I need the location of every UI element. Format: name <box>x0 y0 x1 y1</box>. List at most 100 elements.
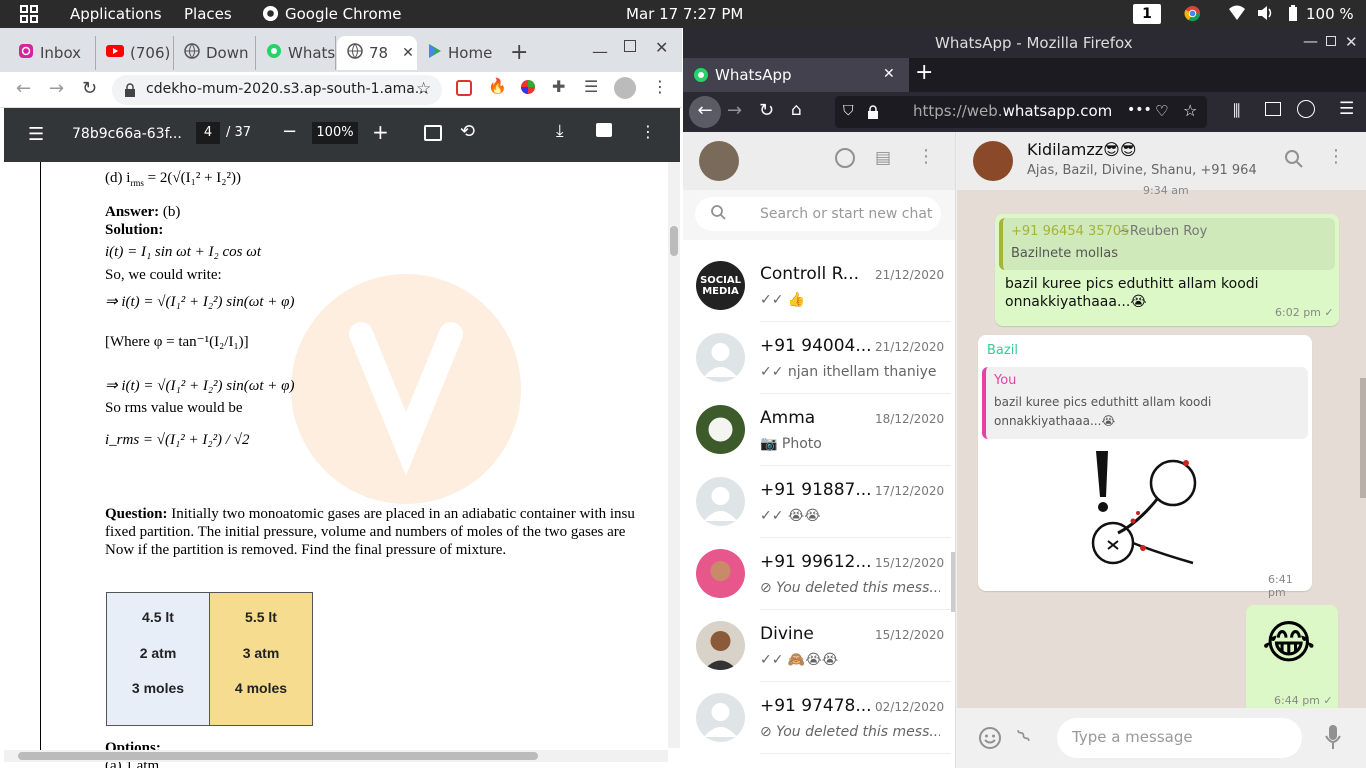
group-avatar[interactable] <box>973 141 1013 181</box>
ff-tab-close-icon[interactable]: ✕ <box>883 66 895 82</box>
hscrollbar-thumb[interactable] <box>18 752 538 760</box>
tab-home[interactable]: Home <box>418 36 498 70</box>
pdf-horizontal-scrollbar[interactable] <box>4 750 668 762</box>
pdf-more-menu-icon[interactable]: ⋮ <box>640 122 656 141</box>
zoom-out-button[interactable]: − <box>282 121 297 142</box>
chat-list-item[interactable]: +91 91887... 17/12/2020 ✓✓ 😭😭 <box>683 466 951 538</box>
pdf-vertical-scrollbar[interactable] <box>668 162 680 748</box>
workspace-indicator[interactable]: 1 <box>1133 4 1161 24</box>
ff-url-text[interactable]: https://web.whatsapp.com <box>913 102 1112 120</box>
pdf-sidebar-menu-icon[interactable]: ☰ <box>28 124 44 145</box>
status-icon[interactable] <box>835 148 855 168</box>
new-tab-button[interactable]: + <box>510 40 528 65</box>
download-icon[interactable]: ⤓ <box>556 121 564 141</box>
omnibox[interactable]: cdekho-mum-2020.s3.ap-south-1.ama... ☆ <box>112 75 442 105</box>
extension-color-icon[interactable] <box>520 79 536 99</box>
my-avatar[interactable] <box>699 141 739 181</box>
extension-fire-icon[interactable]: 🔥 <box>488 77 507 95</box>
sticker-image[interactable] <box>1078 443 1218 571</box>
chat-list-item[interactable]: +91 94004... 21/12/2020 ✓✓ njan ithellam… <box>683 322 951 394</box>
ff-new-tab-button[interactable]: + <box>915 60 933 85</box>
ff-maximize-button[interactable] <box>1326 36 1336 46</box>
quoted-message[interactable]: +91 96454 35705 ~Reuben Roy Bazilnete mo… <box>999 218 1335 270</box>
message-outgoing[interactable]: +91 96454 35705 ~Reuben Roy Bazilnete mo… <box>995 214 1339 326</box>
account-icon[interactable] <box>1297 100 1315 118</box>
print-icon[interactable] <box>596 123 612 137</box>
back-button[interactable]: ← <box>16 78 31 99</box>
chrome-menu-icon[interactable]: ⋮ <box>652 77 668 96</box>
chat-list-item[interactable]: +91 97478... 02/12/2020 ⊘ You deleted th… <box>683 682 951 754</box>
volume-icon[interactable] <box>1257 5 1275 25</box>
quoted-message[interactable]: You bazil kuree pics eduthitt allam kood… <box>982 367 1308 439</box>
extension-share-icon[interactable] <box>456 80 472 96</box>
ff-forward-button[interactable]: → <box>727 100 742 121</box>
clock[interactable]: Mar 17 7:27 PM <box>626 5 743 23</box>
active-app-label[interactable]: Google Chrome <box>285 5 402 23</box>
rotate-icon[interactable]: ⟲ <box>460 121 475 142</box>
wifi-icon[interactable] <box>1228 5 1246 25</box>
battery-icon[interactable] <box>1288 5 1298 26</box>
tab-youtube[interactable]: (706) <box>96 36 174 70</box>
chat-list-item[interactable]: Divine 15/12/2020 ✓✓ 🙈😭😭 <box>683 610 951 682</box>
library-icon[interactable]: ⫼ <box>1233 101 1240 121</box>
chat-list-item[interactable]: +91 99612... 15/12/2020 ⊘ You deleted th… <box>683 538 951 610</box>
bookmark-star-icon[interactable]: ☆ <box>416 79 431 99</box>
chrome-tray-icon[interactable] <box>1184 5 1201 26</box>
close-window-button[interactable]: ✕ <box>655 38 668 57</box>
tab-label: Down <box>206 44 249 62</box>
tab-inbox[interactable]: Inbox <box>8 36 96 70</box>
profile-avatar[interactable] <box>614 77 636 99</box>
pdf-page-input[interactable]: 4 <box>196 122 220 144</box>
conversation-menu-icon[interactable]: ⋮ <box>1327 146 1345 167</box>
ff-home-icon[interactable]: ⌂ <box>791 100 802 120</box>
ff-back-button[interactable]: ← <box>689 96 721 128</box>
tab-close-icon[interactable]: ✕ <box>402 45 414 61</box>
scrollbar-thumb[interactable] <box>670 226 678 256</box>
sidebar-toggle-icon[interactable] <box>1265 102 1281 116</box>
sidebar-menu-icon[interactable]: ⋮ <box>917 146 935 167</box>
ff-reload-button[interactable]: ↻ <box>759 100 774 121</box>
conversation-search-icon[interactable] <box>1285 150 1303 172</box>
pdf-zoom-input[interactable]: 100% <box>312 122 358 144</box>
applications-menu[interactable]: Applications <box>70 5 162 23</box>
pocket-icon[interactable]: ♡ <box>1155 102 1168 120</box>
tab-download[interactable]: Down <box>174 36 256 70</box>
message-outgoing-emoji[interactable]: 😂 6:44 pm ✓ <box>1246 605 1338 713</box>
new-chat-icon[interactable]: ▤ <box>875 148 891 168</box>
attach-icon[interactable]: ⌇ <box>1012 724 1036 748</box>
media-queue-icon[interactable]: ☰ <box>584 77 598 96</box>
extensions-puzzle-icon[interactable]: ✚ <box>552 77 565 96</box>
chat-list-scrollbar[interactable] <box>951 552 955 612</box>
emoji-picker-icon[interactable] <box>978 726 1002 754</box>
message-incoming[interactable]: Bazil You bazil kuree pics eduthitt alla… <box>978 335 1312 599</box>
page-actions-menu[interactable]: ••• <box>1127 102 1152 118</box>
chat-list-item[interactable]: SOCIAL MEDIA Controll R... 21/12/2020 ✓✓ … <box>683 250 951 322</box>
ff-tab-whatsapp[interactable]: WhatsApp ✕ <box>683 58 909 92</box>
ff-close-button[interactable]: ✕ <box>1345 33 1358 51</box>
places-menu[interactable]: Places <box>184 5 232 23</box>
ff-minimize-button[interactable]: — <box>1303 32 1318 50</box>
microphone-icon[interactable] <box>1325 724 1341 754</box>
tab-whatsapp[interactable]: Whats <box>256 36 336 70</box>
url-text[interactable]: cdekho-mum-2020.s3.ap-south-1.ama... <box>146 81 428 97</box>
message-input[interactable]: Type a message <box>1057 718 1302 758</box>
zoom-in-button[interactable]: + <box>372 120 389 144</box>
search-box[interactable]: Search or start new chat <box>695 197 941 231</box>
forward-button[interactable]: → <box>49 78 64 99</box>
fit-page-icon[interactable] <box>424 125 442 141</box>
ff-url-bar[interactable]: ⛉ https://web.whatsapp.com ••• ♡ ☆ <box>835 96 1207 128</box>
apps-grid-icon[interactable] <box>20 5 38 27</box>
reload-button[interactable]: ↻ <box>82 78 97 99</box>
conversation-scrollbar[interactable] <box>1360 378 1366 498</box>
minimize-button[interactable]: — <box>592 42 608 61</box>
chat-list-item[interactable]: Amma 18/12/2020 📷 Photo <box>683 394 951 466</box>
ff-bookmark-star-icon[interactable]: ☆ <box>1183 101 1197 120</box>
right-volume: 5.5 lt <box>245 609 277 625</box>
search-input[interactable]: Search or start new chat <box>760 206 932 222</box>
ff-menu-icon[interactable]: ☰ <box>1339 99 1354 119</box>
conversation-header[interactable]: Kidilamzz😎😎 Ajas, Bazil, Divine, Shanu, … <box>957 132 1366 190</box>
tracking-shield-icon[interactable]: ⛉ <box>843 103 854 119</box>
maximize-button[interactable] <box>624 40 636 52</box>
quote-sender: +91 96454 35705 <box>1011 224 1130 239</box>
tab-pdf-active[interactable]: 78 ✕ <box>337 36 417 70</box>
